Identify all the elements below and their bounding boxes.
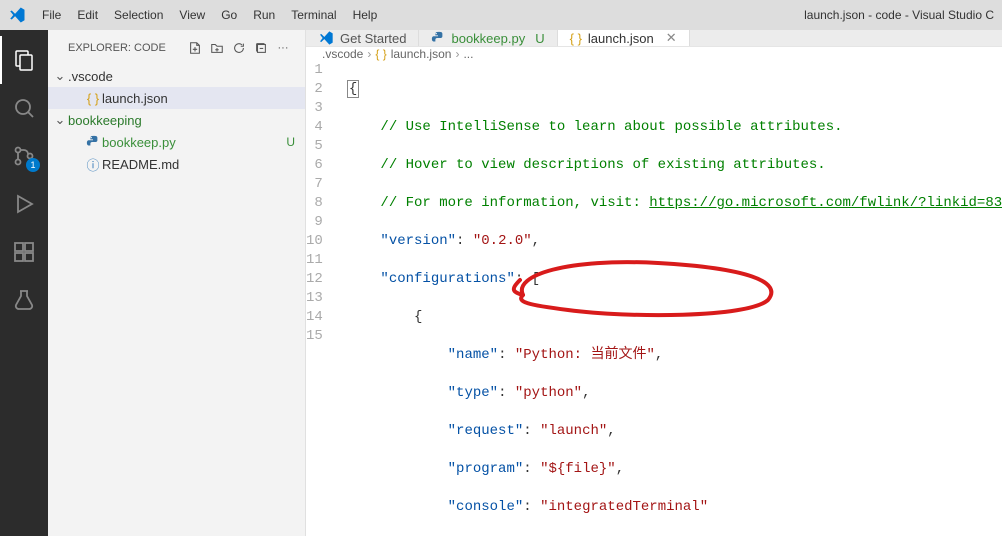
tree-folder-bookkeeping[interactable]: ⌄ bookkeeping [48, 109, 305, 131]
collapse-all-icon[interactable] [251, 38, 271, 58]
activity-bar: 1 [0, 30, 48, 536]
activity-search-icon[interactable] [0, 84, 48, 132]
git-status: U [535, 31, 544, 46]
tab-label: bookkeep.py [451, 31, 525, 46]
red-circle-annotation [424, 241, 788, 346]
tree-label: .vscode [68, 69, 295, 84]
info-icon: ⓘ [84, 155, 102, 174]
chevron-right-icon: › [367, 47, 371, 61]
vscode-icon [318, 30, 334, 46]
close-icon[interactable]: ✕ [666, 30, 677, 46]
explorer-sidebar: EXPLORER: CODE ··· ⌄ .vscode { } launch.… [48, 30, 306, 536]
python-icon [84, 135, 102, 149]
vscode-logo-icon [8, 6, 26, 24]
editor-tabs: Get Started bookkeep.py U { } launch.jso… [306, 30, 1002, 47]
code-content[interactable]: { // Use IntelliSense to learn about pos… [339, 61, 1002, 536]
editor-area: Get Started bookkeep.py U { } launch.jso… [306, 30, 1002, 536]
chevron-right-icon: › [455, 47, 459, 61]
menu-view[interactable]: View [171, 8, 213, 22]
activity-source-control-icon[interactable]: 1 [0, 132, 48, 180]
breadcrumb-item[interactable]: .vscode [322, 47, 363, 61]
file-tree: ⌄ .vscode { } launch.json ⌄ bookkeeping … [48, 65, 305, 175]
activity-explorer-icon[interactable] [0, 36, 48, 84]
tab-label: launch.json [588, 31, 654, 46]
activity-extensions-icon[interactable] [0, 228, 48, 276]
git-status: U [280, 135, 295, 149]
refresh-icon[interactable] [229, 38, 249, 58]
breadcrumb-item[interactable]: ... [463, 47, 473, 61]
breadcrumb-item[interactable]: launch.json [391, 47, 452, 61]
tree-file-readme[interactable]: ⓘ README.md [48, 153, 305, 175]
tree-label: bookkeep.py [102, 135, 280, 150]
activity-testing-icon[interactable] [0, 276, 48, 324]
menu-run[interactable]: Run [245, 8, 283, 22]
tree-label: README.md [102, 157, 295, 172]
more-icon[interactable]: ··· [273, 38, 293, 58]
menu-help[interactable]: Help [345, 8, 386, 22]
tree-folder-vscode[interactable]: ⌄ .vscode [48, 65, 305, 87]
tree-label: launch.json [102, 91, 295, 106]
activity-run-debug-icon[interactable] [0, 180, 48, 228]
menu-edit[interactable]: Edit [69, 8, 106, 22]
chevron-down-icon: ⌄ [52, 112, 68, 128]
explorer-header: EXPLORER: CODE ··· [48, 30, 305, 65]
braces-icon: { } [570, 31, 582, 46]
braces-icon: { } [84, 91, 102, 106]
tab-launch-json[interactable]: { } launch.json ✕ [558, 30, 690, 46]
tab-bookkeep-py[interactable]: bookkeep.py U [419, 30, 557, 46]
new-folder-icon[interactable] [207, 38, 227, 58]
title-bar: File Edit Selection View Go Run Terminal… [0, 0, 1002, 30]
tree-label: bookkeeping [68, 113, 289, 128]
explorer-header-label: EXPLORER: CODE [68, 42, 183, 54]
line-gutter: 123456789101112131415 [306, 61, 339, 536]
menu-file[interactable]: File [34, 8, 69, 22]
window-title: launch.json - code - Visual Studio C [804, 8, 994, 22]
chevron-down-icon: ⌄ [52, 68, 68, 84]
python-icon [431, 31, 445, 45]
menu-selection[interactable]: Selection [106, 8, 171, 22]
tab-get-started[interactable]: Get Started [306, 30, 419, 46]
tree-file-launch-json[interactable]: { } launch.json [48, 87, 305, 109]
tab-label: Get Started [340, 31, 406, 46]
braces-icon: { } [375, 47, 386, 61]
tree-file-bookkeep-py[interactable]: bookkeep.py U [48, 131, 305, 153]
breadcrumb[interactable]: .vscode › { } launch.json › ... [306, 47, 1002, 61]
new-file-icon[interactable] [185, 38, 205, 58]
code-editor[interactable]: 123456789101112131415 { // Use IntelliSe… [306, 61, 1002, 536]
menu-terminal[interactable]: Terminal [283, 8, 344, 22]
source-control-badge: 1 [26, 158, 40, 172]
menu-go[interactable]: Go [213, 8, 245, 22]
